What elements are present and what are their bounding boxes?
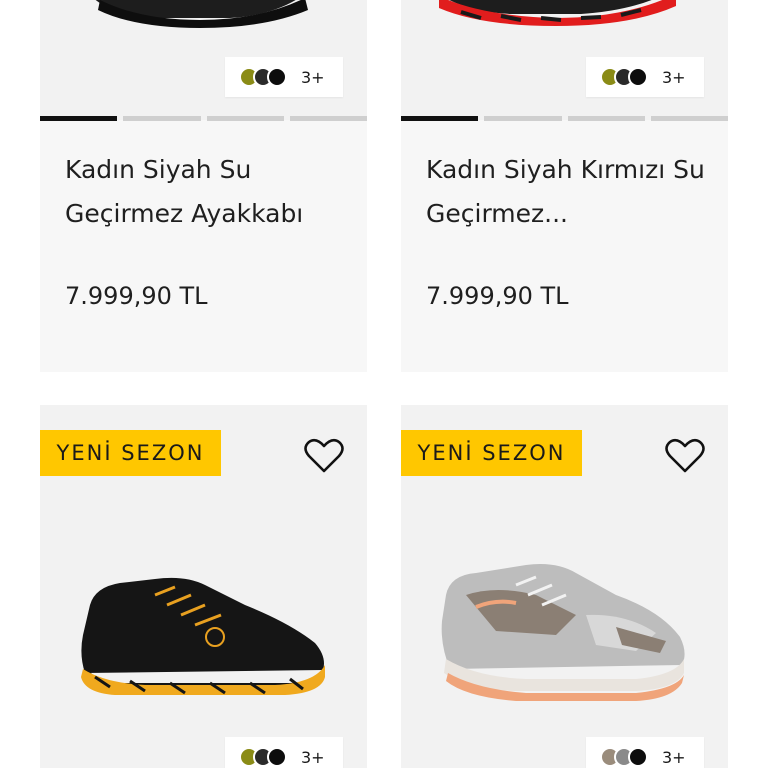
- carousel-segment[interactable]: [484, 116, 562, 121]
- product-title[interactable]: Kadın Siyah Su Geçirmez Ayakkabı: [65, 148, 355, 236]
- product-card[interactable]: 3+ Kadın Siyah Su Geçirmez Ayakkabı 7.99…: [40, 0, 367, 372]
- color-count: 3+: [662, 67, 686, 87]
- color-count: 3+: [662, 747, 686, 767]
- color-swatches[interactable]: 3+: [225, 737, 343, 768]
- product-price: 7.999,90 TL: [426, 282, 569, 310]
- carousel-segment[interactable]: [650, 116, 728, 121]
- product-title[interactable]: Kadın Siyah Kırmızı Su Geçirmez...: [426, 148, 716, 236]
- swatch-dot: [267, 747, 287, 767]
- product-price: 7.999,90 TL: [65, 282, 208, 310]
- color-count: 3+: [301, 67, 325, 87]
- color-swatches[interactable]: 3+: [225, 57, 343, 97]
- product-card[interactable]: 3+ Kadın Siyah Kırmızı Su Geçirmez... 7.…: [401, 0, 728, 372]
- carousel-segment[interactable]: [40, 116, 118, 121]
- product-card[interactable]: YENİ SEZON 3+: [40, 405, 367, 768]
- favorite-button[interactable]: [665, 438, 705, 474]
- image-carousel-indicator: [401, 116, 728, 122]
- shoe-image: [95, 0, 308, 28]
- heart-outline-icon: [665, 438, 705, 473]
- carousel-segment[interactable]: [567, 116, 645, 121]
- carousel-segment[interactable]: [401, 116, 479, 121]
- carousel-segment[interactable]: [123, 116, 201, 121]
- product-card[interactable]: YENİ SEZON 3+: [401, 405, 728, 768]
- shoe-image: [441, 564, 685, 701]
- carousel-segment[interactable]: [289, 116, 367, 121]
- swatch-dot: [628, 67, 648, 87]
- new-season-badge: YENİ SEZON: [401, 430, 582, 476]
- carousel-segment[interactable]: [206, 116, 284, 121]
- swatch-dot: [628, 747, 648, 767]
- shoe-image: [81, 577, 325, 695]
- favorite-button[interactable]: [304, 438, 344, 474]
- image-carousel-indicator: [40, 116, 367, 122]
- new-season-badge: YENİ SEZON: [40, 430, 221, 476]
- swatch-dot: [267, 67, 287, 87]
- color-swatches[interactable]: 3+: [586, 737, 704, 768]
- color-swatches[interactable]: 3+: [586, 57, 704, 97]
- color-count: 3+: [301, 747, 325, 767]
- shoe-image: [439, 0, 676, 26]
- heart-outline-icon: [304, 438, 344, 473]
